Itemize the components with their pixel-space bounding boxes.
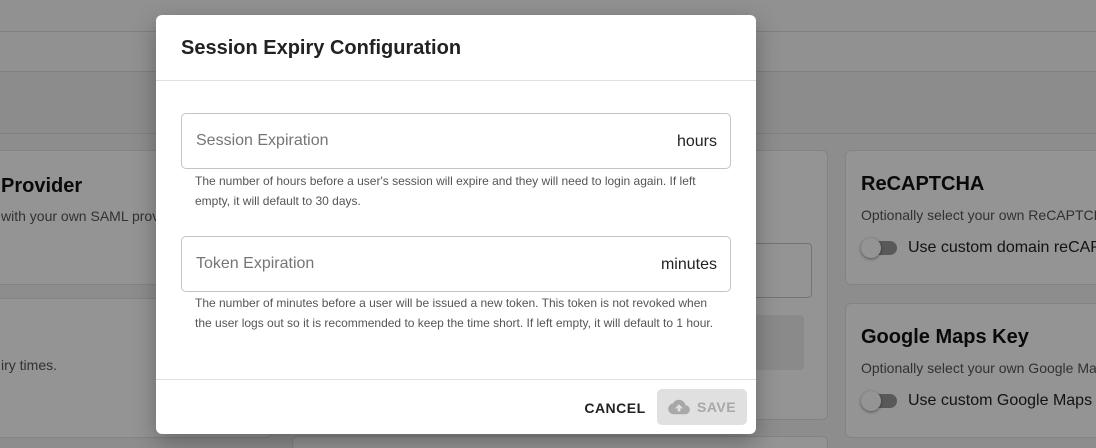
dialog-title: Session Expiry Configuration — [181, 37, 462, 59]
save-button-label: SAVE — [697, 399, 737, 415]
session-expiration-unit: hours — [676, 133, 717, 150]
save-button[interactable]: SAVE — [657, 389, 747, 425]
token-expiration-placeholder: Token Expiration — [196, 255, 315, 272]
cloud-upload-icon — [668, 399, 690, 415]
dialog-header: Session Expiry Configuration — [156, 15, 756, 81]
session-expiry-dialog: Session Expiry Configuration Session Exp… — [156, 15, 756, 434]
dialog-footer: CANCEL SAVE — [156, 379, 756, 434]
cancel-button[interactable]: CANCEL — [580, 392, 650, 424]
session-expiration-placeholder: Session Expiration — [196, 132, 329, 149]
token-expiration-input[interactable]: Token Expiration minutes — [181, 236, 731, 292]
token-expiration-helper: The number of minutes before a user will… — [195, 296, 714, 330]
session-expiration-helper: The number of hours before a user's sess… — [195, 174, 696, 208]
session-expiration-input[interactable]: Session Expiration hours — [181, 113, 731, 169]
token-expiration-unit: minutes — [660, 256, 717, 273]
